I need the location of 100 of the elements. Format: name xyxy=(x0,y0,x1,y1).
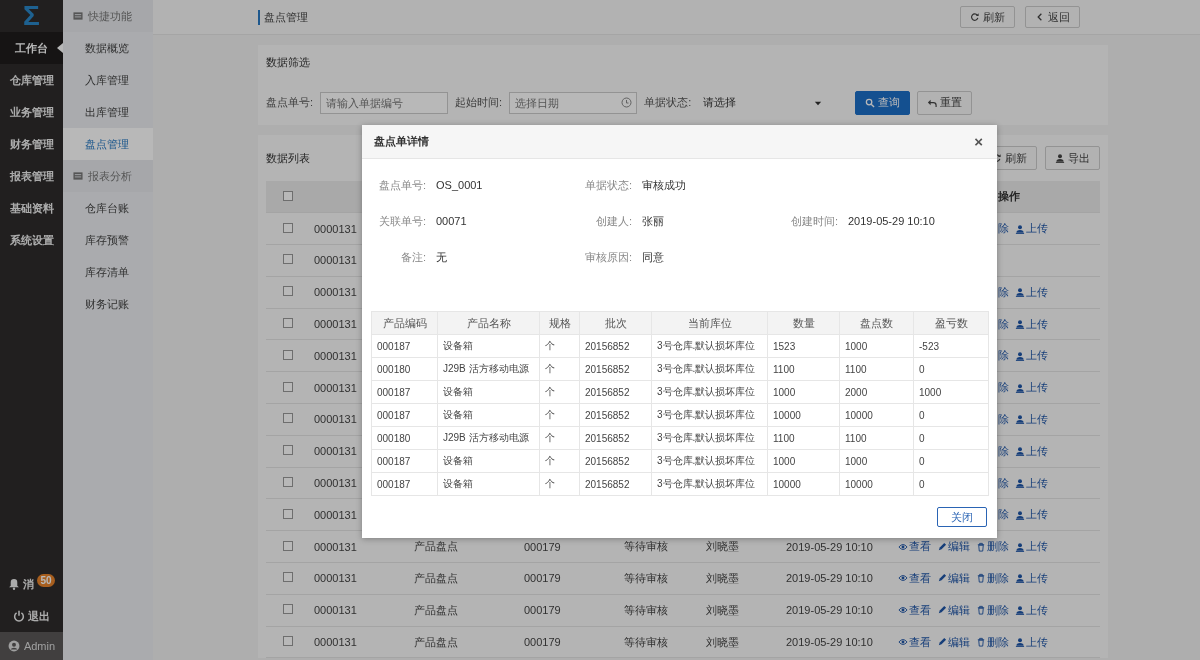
checkbox[interactable] xyxy=(283,413,293,424)
export-button[interactable]: 导出 xyxy=(1045,146,1100,170)
delete-link[interactable]: 删除 xyxy=(976,539,1009,555)
edit-link[interactable]: 编辑 xyxy=(937,570,970,586)
edit-link[interactable]: 编辑 xyxy=(937,602,970,618)
table-cell: 20156852 xyxy=(579,334,652,358)
submenu-item[interactable]: 库存预警 xyxy=(63,224,153,256)
search-button[interactable]: 查询 xyxy=(855,90,911,115)
upload-link[interactable]: 上传 xyxy=(1015,348,1048,364)
delete-link[interactable]: 除 xyxy=(998,348,1009,364)
reset-button[interactable]: 重置 xyxy=(917,90,973,115)
submenu-item[interactable]: 盘点管理 xyxy=(63,128,153,160)
field-label: 创建人: xyxy=(594,213,632,229)
checkbox[interactable] xyxy=(283,445,293,456)
nav-item[interactable]: 工作台 xyxy=(0,32,63,64)
submenu-item[interactable]: 出库管理 xyxy=(63,96,153,128)
nav-item[interactable]: 基础资料 xyxy=(0,192,63,224)
table-cell: 个 xyxy=(539,334,580,358)
checkbox[interactable] xyxy=(283,508,293,519)
delete-link[interactable]: 除 xyxy=(998,507,1009,523)
table-cell: 1100 xyxy=(839,357,914,381)
undo-icon xyxy=(927,97,938,108)
table-cell: 1100 xyxy=(839,426,914,450)
checkbox[interactable] xyxy=(283,349,293,360)
page-title: 盘点管理 xyxy=(258,9,950,25)
table-cell: 个 xyxy=(539,472,580,496)
delete-link[interactable]: 除 xyxy=(998,443,1009,459)
logout-link[interactable]: 退出 xyxy=(28,608,50,624)
checkbox[interactable] xyxy=(283,254,293,265)
delete-link[interactable]: 除 xyxy=(998,284,1009,300)
nav-item[interactable]: 仓库管理 xyxy=(0,64,63,96)
submenu-item[interactable]: 入库管理 xyxy=(63,64,153,96)
delete-link[interactable]: 除 xyxy=(998,380,1009,396)
back-button[interactable]: 返回 xyxy=(1025,6,1080,28)
nav-item[interactable]: 财务管理 xyxy=(0,128,63,160)
table-cell: 刘晓墨 xyxy=(702,626,782,658)
view-link[interactable]: 查看 xyxy=(898,570,931,586)
submenu-item[interactable]: 库存清单 xyxy=(63,256,153,288)
trash-icon xyxy=(976,605,986,616)
delete-link[interactable]: 除 xyxy=(998,221,1009,237)
view-link[interactable]: 查看 xyxy=(898,634,931,650)
checkbox[interactable] xyxy=(283,477,293,488)
close-button[interactable]: × xyxy=(972,133,985,150)
pencil-icon xyxy=(937,637,947,648)
edit-link[interactable]: 编辑 xyxy=(937,539,970,555)
upload-link[interactable]: 上传 xyxy=(1015,570,1048,586)
table-cell: 000180 xyxy=(371,357,438,381)
edit-link[interactable]: 编辑 xyxy=(937,634,970,650)
text-input-field[interactable]: 请输入单据编号 xyxy=(320,91,449,114)
person-icon xyxy=(1015,541,1025,552)
date-input-field[interactable]: 选择日期 xyxy=(509,91,638,114)
checkbox[interactable] xyxy=(283,540,293,551)
pencil-icon xyxy=(937,605,947,616)
checkbox[interactable] xyxy=(283,636,293,647)
submenu-item[interactable]: 财务记账 xyxy=(63,288,153,320)
upload-link[interactable]: 上传 xyxy=(1015,634,1048,650)
field-value: 同意 xyxy=(642,249,664,265)
checkbox[interactable] xyxy=(283,190,293,201)
delete-link[interactable]: 删除 xyxy=(976,634,1009,650)
group-title-text: 报表分析 xyxy=(88,168,132,184)
notification-label[interactable]: 消 xyxy=(23,576,35,592)
status-dropdown[interactable]: 请选择 xyxy=(698,91,829,114)
refresh-icon xyxy=(970,12,980,22)
upload-link[interactable]: 上传 xyxy=(1015,411,1048,427)
nav-item[interactable]: 系统设置 xyxy=(0,224,63,256)
delete-link[interactable]: 除 xyxy=(998,411,1009,427)
view-link[interactable]: 查看 xyxy=(898,539,931,555)
upload-link[interactable]: 上传 xyxy=(1015,475,1048,491)
checkbox[interactable] xyxy=(283,604,293,615)
checkbox[interactable] xyxy=(283,318,293,329)
checkbox[interactable] xyxy=(283,286,293,297)
nav-item[interactable]: 业务管理 xyxy=(0,96,63,128)
upload-link[interactable]: 上传 xyxy=(1015,221,1048,237)
checkbox[interactable] xyxy=(283,572,293,583)
submenu-item[interactable]: 仓库台账 xyxy=(63,192,153,224)
delete-link[interactable]: 除 xyxy=(998,475,1009,491)
delete-link[interactable]: 删除 xyxy=(976,602,1009,618)
delete-link[interactable]: 除 xyxy=(998,316,1009,332)
upload-link[interactable]: 上传 xyxy=(1015,443,1048,459)
upload-link[interactable]: 上传 xyxy=(1015,380,1048,396)
view-link[interactable]: 查看 xyxy=(898,602,931,618)
upload-link[interactable]: 上传 xyxy=(1015,316,1048,332)
upload-link[interactable]: 上传 xyxy=(1015,284,1048,300)
user-bar[interactable]: Admin xyxy=(0,632,63,660)
field-label: 盘点单号: xyxy=(266,95,314,110)
column-header: 数量 xyxy=(767,311,840,335)
clock-icon xyxy=(621,96,633,108)
table-cell: 20156852 xyxy=(579,357,652,381)
nav-item[interactable]: 报表管理 xyxy=(0,160,63,192)
upload-link[interactable]: 上传 xyxy=(1015,507,1048,523)
close-dialog-button[interactable]: 关闭 xyxy=(937,507,987,527)
submenu-item[interactable]: 数据概览 xyxy=(63,32,153,64)
delete-link[interactable]: 删除 xyxy=(976,570,1009,586)
table-cell: 1100 xyxy=(767,357,840,381)
checkbox[interactable] xyxy=(283,381,293,392)
checkbox[interactable] xyxy=(283,222,293,233)
upload-link[interactable]: 上传 xyxy=(1015,602,1048,618)
upload-link[interactable]: 上传 xyxy=(1015,539,1048,555)
table-cell: 个 xyxy=(539,357,580,381)
refresh-button[interactable]: 刷新 xyxy=(960,6,1015,28)
